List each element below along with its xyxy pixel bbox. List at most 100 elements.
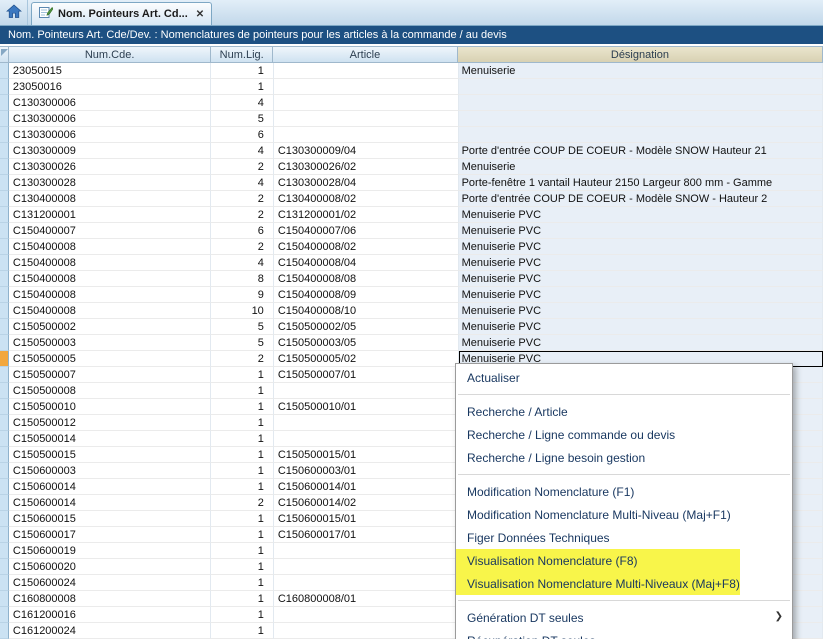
- cell-article[interactable]: C150400008/10: [274, 303, 459, 319]
- cell-num-lig[interactable]: 2: [211, 239, 274, 255]
- cell-article[interactable]: C150500002/05: [274, 319, 459, 335]
- cell-num-lig[interactable]: 1: [211, 479, 274, 495]
- cell-num-cde[interactable]: C150500014: [9, 431, 211, 447]
- row-selector[interactable]: [0, 255, 9, 271]
- cell-num-lig[interactable]: 1: [211, 63, 274, 79]
- table-row[interactable]: C1303000284C130300028/04Porte-fenêtre 1 …: [0, 175, 823, 191]
- row-selector[interactable]: [0, 143, 9, 159]
- row-selector[interactable]: [0, 463, 9, 479]
- cell-num-cde[interactable]: 23050015: [9, 63, 211, 79]
- cell-num-lig[interactable]: 1: [211, 511, 274, 527]
- cell-article[interactable]: C150400008/02: [274, 239, 459, 255]
- cell-article[interactable]: [274, 95, 459, 111]
- table-row[interactable]: C1304000082C130400008/02Porte d'entrée C…: [0, 191, 823, 207]
- cell-article[interactable]: [274, 63, 459, 79]
- cell-designation[interactable]: Porte d'entrée COUP DE COEUR - Modèle SN…: [459, 143, 823, 159]
- row-selector[interactable]: [0, 543, 9, 559]
- cell-num-lig[interactable]: 2: [211, 159, 274, 175]
- row-selector[interactable]: [0, 159, 9, 175]
- row-selector[interactable]: [0, 271, 9, 287]
- cell-num-lig[interactable]: 1: [211, 447, 274, 463]
- cell-num-cde[interactable]: C150400008: [9, 239, 211, 255]
- menu-item-recherche-ligne-besoin-gestion[interactable]: Recherche / Ligne besoin gestion: [456, 446, 792, 469]
- table-row[interactable]: C1303000066: [0, 127, 823, 143]
- cell-num-cde[interactable]: C130300006: [9, 127, 211, 143]
- cell-article[interactable]: C150600014/02: [274, 495, 459, 511]
- cell-num-lig[interactable]: 2: [211, 495, 274, 511]
- cell-designation[interactable]: Menuiserie: [459, 159, 823, 175]
- table-row[interactable]: C1504000084C150400008/04Menuiserie PVC: [0, 255, 823, 271]
- row-selector[interactable]: [0, 223, 9, 239]
- cell-article[interactable]: C130300009/04: [274, 143, 459, 159]
- table-row[interactable]: C1505000035C150500003/05Menuiserie PVC: [0, 335, 823, 351]
- row-selector[interactable]: [0, 367, 9, 383]
- row-selector[interactable]: [0, 335, 9, 351]
- cell-num-lig[interactable]: 4: [211, 175, 274, 191]
- table-row[interactable]: C15040000810C150400008/10Menuiserie PVC: [0, 303, 823, 319]
- cell-num-lig[interactable]: 2: [211, 351, 274, 367]
- table-row[interactable]: C1505000025C150500002/05Menuiserie PVC: [0, 319, 823, 335]
- row-selector[interactable]: [0, 239, 9, 255]
- row-selector[interactable]: [0, 623, 9, 639]
- cell-article[interactable]: C150500015/01: [274, 447, 459, 463]
- cell-num-lig[interactable]: 8: [211, 271, 274, 287]
- home-button[interactable]: [0, 0, 28, 25]
- row-selector[interactable]: [0, 607, 9, 623]
- cell-article[interactable]: C150600003/01: [274, 463, 459, 479]
- cell-num-lig[interactable]: 1: [211, 575, 274, 591]
- menu-item-actualiser[interactable]: Actualiser: [456, 366, 792, 389]
- table-row[interactable]: C1303000065: [0, 111, 823, 127]
- cell-article[interactable]: [274, 623, 459, 639]
- cell-num-cde[interactable]: C150600014: [9, 495, 211, 511]
- table-row[interactable]: C1504000076C150400007/06Menuiserie PVC: [0, 223, 823, 239]
- cell-designation[interactable]: Porte-fenêtre 1 vantail Hauteur 2150 Lar…: [459, 175, 823, 191]
- cell-article[interactable]: C160800008/01: [274, 591, 459, 607]
- menu-item-g-n-ration-dt-seules[interactable]: Génération DT seules❯: [456, 606, 792, 629]
- cell-article[interactable]: [274, 127, 459, 143]
- cell-num-cde[interactable]: C130300026: [9, 159, 211, 175]
- menu-item-recherche-article[interactable]: Recherche / Article: [456, 400, 792, 423]
- cell-designation[interactable]: [459, 111, 823, 127]
- cell-designation[interactable]: Menuiserie PVC: [459, 223, 823, 239]
- cell-num-lig[interactable]: 6: [211, 223, 274, 239]
- cell-num-cde[interactable]: C130400008: [9, 191, 211, 207]
- menu-item-recherche-ligne-commande-ou-devis[interactable]: Recherche / Ligne commande ou devis: [456, 423, 792, 446]
- cell-num-cde[interactable]: C150400008: [9, 303, 211, 319]
- cell-article[interactable]: C130300026/02: [274, 159, 459, 175]
- cell-num-cde[interactable]: C150500007: [9, 367, 211, 383]
- cell-designation[interactable]: Menuiserie PVC: [459, 255, 823, 271]
- row-selector[interactable]: [0, 111, 9, 127]
- row-selector-selected[interactable]: [0, 351, 9, 367]
- row-selector[interactable]: [0, 591, 9, 607]
- row-selector[interactable]: [0, 303, 9, 319]
- cell-article[interactable]: C130400008/02: [274, 191, 459, 207]
- cell-num-cde[interactable]: C150600014: [9, 479, 211, 495]
- cell-num-cde[interactable]: 23050016: [9, 79, 211, 95]
- cell-num-cde[interactable]: C161200024: [9, 623, 211, 639]
- row-selector[interactable]: [0, 207, 9, 223]
- cell-article[interactable]: C150600014/01: [274, 479, 459, 495]
- cell-num-cde[interactable]: C150600020: [9, 559, 211, 575]
- cell-num-cde[interactable]: C150500003: [9, 335, 211, 351]
- cell-num-cde[interactable]: C130300028: [9, 175, 211, 191]
- cell-num-lig[interactable]: 1: [211, 591, 274, 607]
- table-row[interactable]: C1303000262C130300026/02Menuiserie: [0, 159, 823, 175]
- cell-num-cde[interactable]: C150500010: [9, 399, 211, 415]
- cell-num-cde[interactable]: C150400007: [9, 223, 211, 239]
- cell-num-lig[interactable]: 1: [211, 431, 274, 447]
- cell-num-cde[interactable]: C150400008: [9, 271, 211, 287]
- cell-num-cde[interactable]: C150600017: [9, 527, 211, 543]
- row-selector[interactable]: [0, 191, 9, 207]
- menu-item-modification-nomenclature-f1[interactable]: Modification Nomenclature (F1): [456, 480, 792, 503]
- cell-article[interactable]: C150400008/08: [274, 271, 459, 287]
- cell-article[interactable]: C150500010/01: [274, 399, 459, 415]
- cell-designation[interactable]: Menuiserie PVC: [459, 239, 823, 255]
- cell-num-lig[interactable]: 1: [211, 399, 274, 415]
- row-selector[interactable]: [0, 63, 9, 79]
- cell-article[interactable]: C150600015/01: [274, 511, 459, 527]
- cell-article[interactable]: [274, 543, 459, 559]
- column-header-num-lig[interactable]: Num.Lig.: [211, 46, 273, 63]
- cell-designation[interactable]: Menuiserie PVC: [459, 207, 823, 223]
- cell-designation[interactable]: Menuiserie PVC: [459, 287, 823, 303]
- table-row[interactable]: C1312000012C131200001/02Menuiserie PVC: [0, 207, 823, 223]
